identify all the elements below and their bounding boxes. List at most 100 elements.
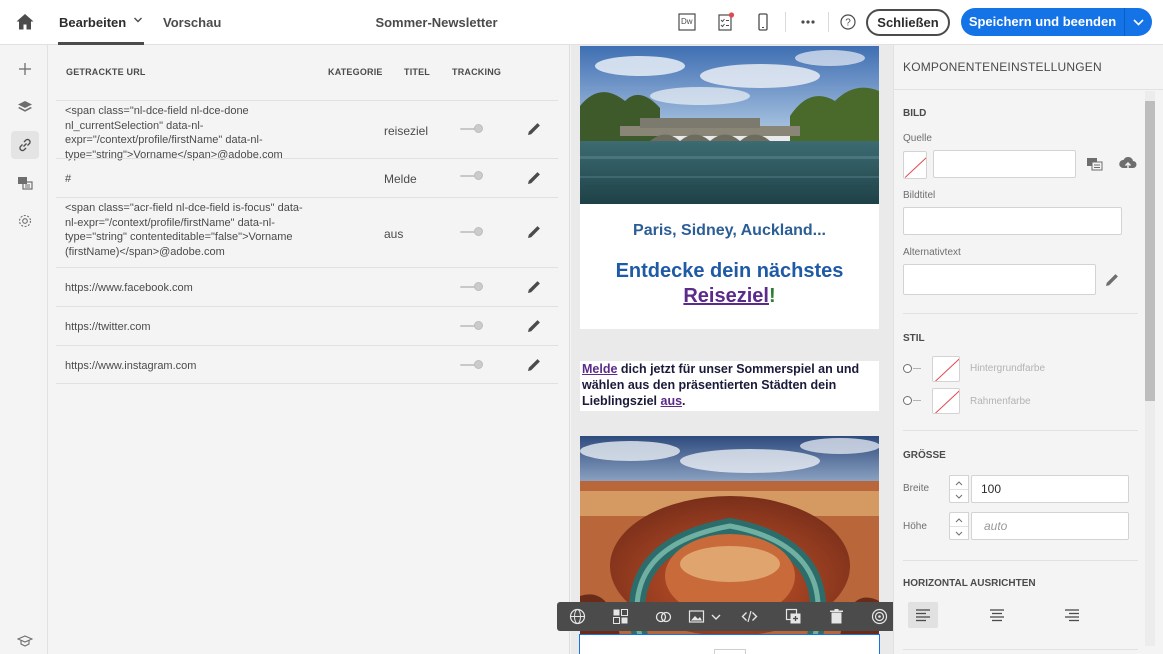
align-right-button[interactable] <box>1057 602 1087 628</box>
background-color-label: Hintergrundfarbe <box>970 363 1046 374</box>
chevron-down-icon[interactable] <box>133 15 143 25</box>
rail-personalization-button[interactable] <box>11 207 39 235</box>
border-color-label: Rahmenfarbe <box>970 396 1031 407</box>
component-toolbar <box>557 602 901 631</box>
background-color-swatch[interactable] <box>932 356 960 382</box>
layers-icon <box>18 101 32 112</box>
svg-text:?: ? <box>845 18 851 29</box>
table-row[interactable]: <span class="nl-dce-field nl-dce-done nl… <box>56 100 558 161</box>
table-row[interactable]: https://www.facebook.com <box>56 267 558 306</box>
table-row[interactable]: # Melde <box>56 158 558 197</box>
edit-pencil-icon[interactable] <box>526 279 542 295</box>
save-options-dropdown[interactable] <box>1124 8 1152 36</box>
left-rail <box>0 45 48 654</box>
image-icon[interactable] <box>688 608 705 625</box>
alt-text-label: Alternativtext <box>903 247 961 258</box>
toolbar-separator <box>828 12 829 32</box>
close-button[interactable]: Schließen <box>866 9 950 36</box>
rail-assets-button[interactable] <box>11 169 39 197</box>
upload-icon[interactable] <box>1118 155 1138 173</box>
edit-pencil-icon[interactable] <box>526 318 542 334</box>
background-color-toggle[interactable] <box>903 364 912 373</box>
home-icon[interactable] <box>15 12 35 32</box>
table-row[interactable]: <span class="acr-field nl-dce-field is-f… <box>56 197 558 267</box>
divider <box>903 313 1138 314</box>
tracked-url: # <box>65 173 72 185</box>
tracking-toggle[interactable] <box>460 227 484 236</box>
creative-cloud-icon[interactable] <box>655 608 672 625</box>
tab-preview[interactable]: Vorschau <box>163 15 221 30</box>
settings-scrollbar-thumb[interactable] <box>1145 101 1155 401</box>
align-center-button[interactable] <box>982 602 1012 628</box>
code-icon[interactable] <box>741 608 758 625</box>
tracked-links-panel: GETRACKTE URL KATEGORIE TITEL TRACKING <… <box>48 45 570 654</box>
align-left-button[interactable] <box>908 602 938 628</box>
tracking-toggle[interactable] <box>460 321 484 330</box>
border-color-toggle[interactable] <box>903 396 912 405</box>
edit-pencil-icon[interactable] <box>1104 272 1120 288</box>
tracking-toggle[interactable] <box>460 282 484 291</box>
checklist-icon[interactable] <box>714 11 736 33</box>
email-image-paris[interactable] <box>580 46 879 204</box>
section-halign-heading: HORIZONTAL AUSRICHTEN <box>903 578 1036 589</box>
body-link-melde[interactable]: Melde <box>582 362 617 376</box>
width-stepper[interactable] <box>949 475 969 503</box>
component-placeholder <box>714 649 746 654</box>
divider <box>903 430 1138 431</box>
column-header-url[interactable]: GETRACKTE URL <box>66 67 146 77</box>
alt-text-input[interactable] <box>903 264 1096 295</box>
image-title-label: Bildtitel <box>903 190 936 201</box>
height-stepper[interactable] <box>949 512 969 540</box>
edit-pencil-icon[interactable] <box>526 224 542 240</box>
border-color-swatch[interactable] <box>932 388 960 414</box>
rail-layers-button[interactable] <box>11 93 39 121</box>
section-image-heading: BILD <box>903 108 927 119</box>
source-input[interactable] <box>933 150 1076 178</box>
tracking-toggle[interactable] <box>460 360 484 369</box>
asset-browser-icon[interactable] <box>1086 156 1104 172</box>
dreamweaver-icon[interactable]: Dw <box>676 11 698 33</box>
selected-component[interactable] <box>579 634 880 654</box>
delete-trash-icon[interactable] <box>828 608 845 625</box>
email-text-block[interactable]: Melde dich jetzt für unser Sommerspiel a… <box>580 361 879 411</box>
rail-academy-button[interactable] <box>11 627 39 654</box>
target-icon[interactable] <box>871 608 888 625</box>
align-right-icon <box>1065 609 1079 622</box>
align-center-icon <box>990 609 1004 622</box>
tracking-toggle[interactable] <box>460 171 484 180</box>
save-and-close-button[interactable]: Speichern und beenden <box>961 8 1124 36</box>
image-title-input[interactable] <box>903 207 1122 235</box>
email-header-block[interactable]: Paris, Sidney, Auckland... Entdecke dein… <box>580 204 879 329</box>
source-thumbnail[interactable] <box>903 151 927 179</box>
section-size-heading: GRÖSSE <box>903 450 946 461</box>
column-header-category[interactable]: KATEGORIE <box>328 67 383 77</box>
align-left-icon <box>916 609 930 622</box>
tracking-toggle[interactable] <box>460 124 484 133</box>
headline-text: Entdecke dein nächstes <box>615 260 844 282</box>
table-row[interactable]: https://twitter.com <box>56 306 558 345</box>
rail-links-button[interactable] <box>11 131 39 159</box>
width-input[interactable]: 100 <box>971 475 1129 503</box>
more-icon[interactable] <box>797 11 819 33</box>
dynamic-content-icon <box>18 214 32 228</box>
globe-link-icon[interactable] <box>569 608 586 625</box>
layout-grid-icon[interactable] <box>612 608 629 625</box>
edit-pencil-icon[interactable] <box>526 121 542 137</box>
document-title: Sommer-Newsletter <box>375 15 498 30</box>
chevron-down-icon[interactable] <box>710 608 722 625</box>
column-header-title[interactable]: TITEL <box>404 67 430 77</box>
help-icon[interactable]: ? <box>837 11 859 33</box>
mobile-preview-icon[interactable] <box>752 11 774 33</box>
body-link-aus[interactable]: aus <box>661 394 683 408</box>
height-input[interactable]: auto <box>971 512 1129 540</box>
link-icon <box>19 138 31 152</box>
component-settings-panel: KOMPONENTENEINSTELLUNGEN BILD Quelle Bil… <box>893 45 1163 654</box>
table-row[interactable]: https://www.instagram.com <box>56 345 558 384</box>
duplicate-icon[interactable] <box>785 608 802 625</box>
rail-add-button[interactable] <box>11 55 39 83</box>
edit-pencil-icon[interactable] <box>526 170 542 186</box>
edit-pencil-icon[interactable] <box>526 357 542 373</box>
tab-edit[interactable]: Bearbeiten <box>59 15 126 30</box>
column-header-tracking[interactable]: TRACKING <box>452 67 501 77</box>
headline-link-reiseziel[interactable]: Reiseziel <box>683 285 769 307</box>
